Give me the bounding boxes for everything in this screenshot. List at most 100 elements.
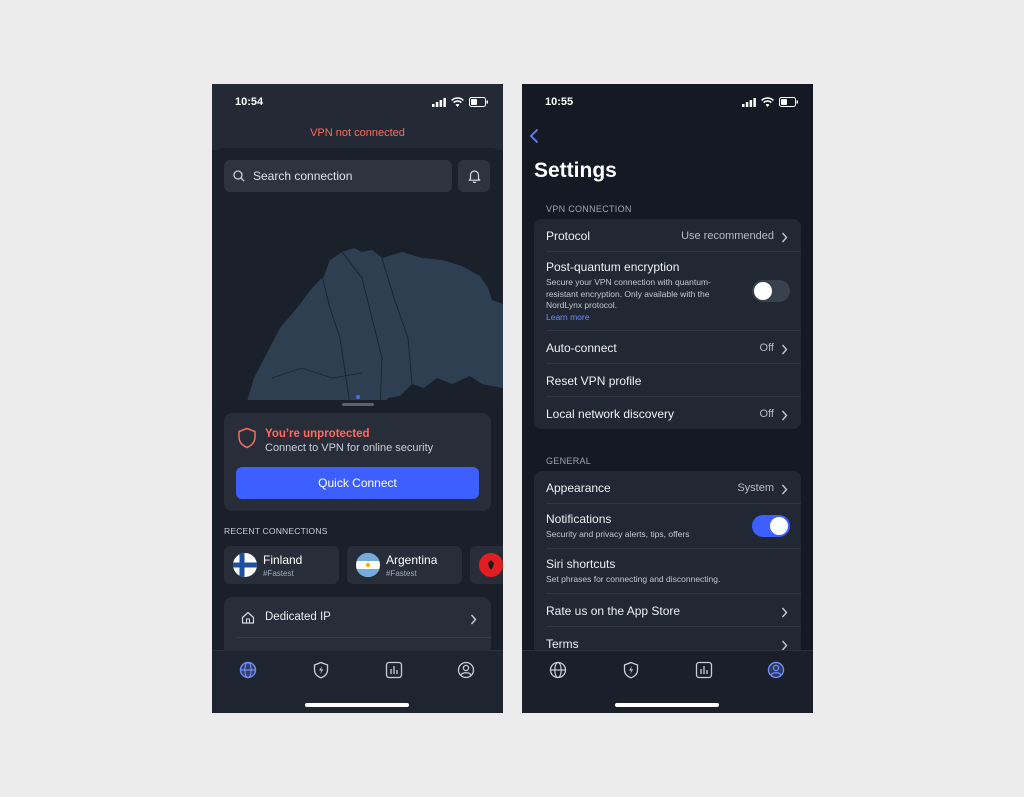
tab-profile[interactable] bbox=[456, 660, 476, 680]
siri-shortcuts-row[interactable]: Siri shortcuts Set phrases for connectin… bbox=[534, 549, 801, 594]
row-title: Auto-connect bbox=[546, 341, 617, 355]
bell-icon bbox=[468, 170, 480, 183]
chevron-right-icon bbox=[781, 342, 788, 360]
search-icon bbox=[233, 170, 245, 182]
notifications-toggle[interactable] bbox=[752, 515, 790, 537]
home-indicator[interactable] bbox=[305, 703, 409, 707]
row-title: Local network discovery bbox=[546, 407, 675, 421]
shield-bolt-icon bbox=[623, 661, 639, 679]
toggle-knob bbox=[754, 282, 772, 300]
globe-icon bbox=[239, 661, 257, 679]
chevron-right-icon bbox=[470, 612, 477, 630]
back-button[interactable] bbox=[528, 128, 540, 149]
recent-connections-label: RECENT CONNECTIONS bbox=[224, 526, 328, 536]
recent-country-tag: #Fastest bbox=[263, 569, 294, 578]
vpn-status-text: VPN not connected bbox=[310, 127, 405, 139]
shield-bolt-icon bbox=[313, 661, 329, 679]
recent-connections-list[interactable]: Finland #Fastest Argentina #Fastest bbox=[224, 546, 503, 584]
recent-country-name: Argentina bbox=[386, 553, 438, 567]
row-title: Post-quantum encryption bbox=[546, 260, 680, 274]
tab-stats[interactable] bbox=[694, 660, 714, 680]
search-input[interactable] bbox=[253, 169, 433, 183]
tab-bar bbox=[212, 650, 503, 713]
tab-map[interactable] bbox=[548, 660, 568, 680]
status-bar: 10:54 bbox=[212, 84, 503, 120]
chevron-right-icon bbox=[781, 230, 788, 248]
recent-country-name: Finland bbox=[263, 553, 303, 567]
row-title: Appearance bbox=[546, 481, 611, 495]
dedicated-ip-card[interactable]: Dedicated IP bbox=[224, 597, 491, 657]
bottom-sheet[interactable]: You’re unprotected Connect to VPN for on… bbox=[212, 400, 503, 657]
protection-card: You’re unprotected Connect to VPN for on… bbox=[224, 413, 491, 511]
chevron-right-icon bbox=[781, 482, 788, 500]
vpn-connection-label: VPN CONNECTION bbox=[546, 204, 632, 214]
status-time: 10:54 bbox=[235, 96, 264, 108]
row-description: resistant encryption. Only available wit… bbox=[546, 288, 710, 299]
tab-bar bbox=[522, 650, 813, 713]
chevron-right-icon bbox=[781, 605, 788, 623]
battery-icon bbox=[779, 97, 798, 107]
argentina-flag-icon bbox=[356, 553, 380, 577]
page-title: Settings bbox=[534, 159, 617, 182]
wifi-icon bbox=[761, 97, 774, 107]
row-value: Use recommended bbox=[681, 230, 774, 242]
row-title: Notifications bbox=[546, 512, 612, 526]
recent-country-tag: #Fastest bbox=[386, 569, 417, 578]
quick-connect-button[interactable]: Quick Connect bbox=[236, 467, 479, 499]
recent-item-albania[interactable] bbox=[470, 546, 503, 584]
row-title: Rate us on the App Store bbox=[546, 604, 681, 618]
auto-connect-row[interactable]: Auto-connect Off bbox=[534, 331, 801, 364]
tab-map[interactable] bbox=[238, 660, 258, 680]
row-title: Siri shortcuts bbox=[546, 557, 616, 571]
status-time: 10:55 bbox=[545, 96, 574, 108]
row-value: Off bbox=[759, 342, 774, 354]
status-bar: 10:55 bbox=[522, 84, 813, 120]
protocol-row[interactable]: Protocol Use recommended bbox=[534, 219, 801, 252]
row-value: System bbox=[737, 482, 774, 494]
search-connection-field[interactable] bbox=[224, 160, 452, 192]
albania-flag-icon bbox=[479, 553, 503, 577]
tab-stats[interactable] bbox=[384, 660, 404, 680]
rate-app-row[interactable]: Rate us on the App Store bbox=[534, 594, 801, 627]
row-title: Protocol bbox=[546, 229, 591, 243]
appearance-row[interactable]: Appearance System bbox=[534, 471, 801, 504]
row-value: Off bbox=[759, 408, 774, 420]
post-quantum-toggle[interactable] bbox=[752, 280, 790, 302]
row-description: NordLynx protocol. bbox=[546, 300, 618, 310]
profile-icon bbox=[457, 661, 475, 679]
stats-icon bbox=[385, 661, 403, 679]
tab-protection[interactable] bbox=[621, 660, 641, 680]
notifications-button[interactable] bbox=[458, 160, 490, 192]
vpn-connection-group: Protocol Use recommended Post-quantum en… bbox=[534, 219, 801, 429]
reset-vpn-profile-row[interactable]: Reset VPN profile bbox=[534, 364, 801, 397]
notifications-row: Notifications Security and privacy alert… bbox=[534, 504, 801, 549]
protection-title: You’re unprotected bbox=[265, 428, 370, 440]
divider bbox=[236, 637, 491, 638]
finland-flag-icon bbox=[233, 553, 257, 577]
battery-icon bbox=[469, 97, 488, 107]
recent-item-finland[interactable]: Finland #Fastest bbox=[224, 546, 339, 584]
post-quantum-row: Post-quantum encryption Secure your VPN … bbox=[534, 252, 801, 331]
recent-item-argentina[interactable]: Argentina #Fastest bbox=[347, 546, 462, 584]
status-icons bbox=[742, 97, 799, 107]
home-icon bbox=[241, 611, 255, 629]
tab-profile[interactable] bbox=[766, 660, 786, 680]
chevron-right-icon bbox=[781, 408, 788, 426]
row-title: Terms bbox=[546, 637, 579, 651]
toggle-knob bbox=[770, 517, 788, 535]
signal-icon bbox=[432, 97, 446, 107]
tab-protection[interactable] bbox=[311, 660, 331, 680]
phone-home-screen: 10:54 VPN not connected Search connectio… bbox=[212, 84, 503, 713]
protection-subtitle: Connect to VPN for online security bbox=[265, 442, 434, 454]
row-description: Secure your VPN connection with quantum- bbox=[546, 277, 711, 287]
home-indicator[interactable] bbox=[615, 703, 719, 707]
status-icons bbox=[432, 97, 489, 107]
shield-icon bbox=[237, 427, 257, 454]
signal-icon bbox=[742, 97, 756, 107]
local-network-discovery-row[interactable]: Local network discovery Off bbox=[534, 397, 801, 429]
sheet-drag-handle[interactable] bbox=[342, 403, 374, 406]
row-description: Set phrases for connecting and disconnec… bbox=[546, 574, 721, 584]
row-description: Security and privacy alerts, tips, offer… bbox=[546, 529, 690, 539]
general-group: Appearance System Notifications Security… bbox=[534, 471, 801, 661]
learn-more-link[interactable]: Learn more bbox=[546, 312, 589, 322]
